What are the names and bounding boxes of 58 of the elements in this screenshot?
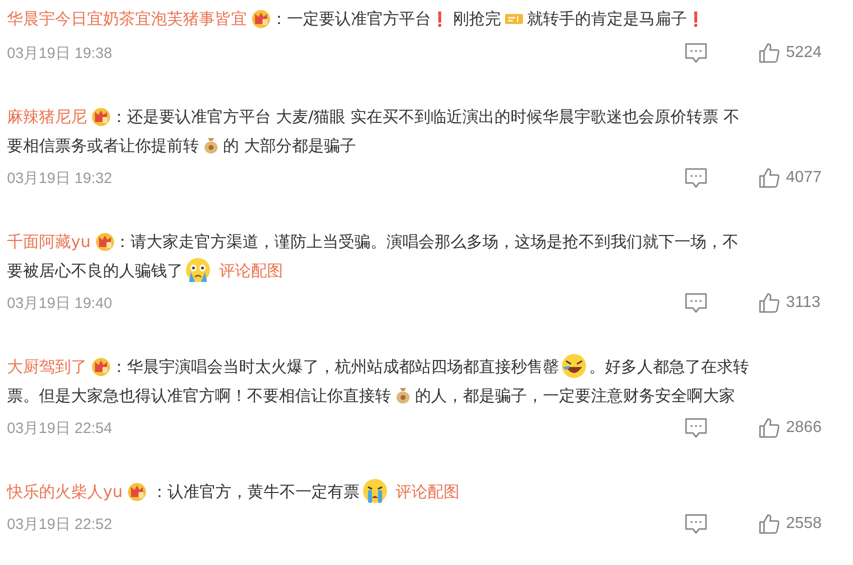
comment-icon[interactable] <box>684 417 708 439</box>
crown-badge-icon <box>91 356 111 376</box>
crown-badge-icon <box>251 8 271 28</box>
crown-badge-icon <box>91 106 111 126</box>
colon-separator: ： <box>114 232 131 251</box>
thumbs-up-icon[interactable] <box>758 292 780 314</box>
exclamation-mark: ❗ <box>687 12 704 28</box>
username-link[interactable]: 麻辣猪尼尼 <box>7 107 87 126</box>
comment-date: 03月19日 19:40 <box>7 294 112 312</box>
thumbs-up-icon[interactable] <box>758 513 780 535</box>
laughing-face-icon <box>561 353 587 379</box>
comment-text: 还是要认准官方平台 大麦/猫眼 实在买不到临近演出的时候华晨宇歌迷也会原价转票 不 <box>127 107 740 126</box>
like-count: 2558 <box>786 515 823 533</box>
comment-text: 要被居心不良的人骗钱了 <box>7 261 183 280</box>
thumbs-up-icon[interactable] <box>758 42 780 64</box>
comment-text: 认准官方，黄牛不一定有票 <box>168 482 360 501</box>
crown-badge-icon <box>126 481 147 501</box>
username-link[interactable]: 大厨驾到了 <box>7 357 87 376</box>
comment-date: 03月19日 22:54 <box>7 418 112 438</box>
comment-text: 请大家走官方渠道，谨防上当受骗。演唱会那么多场，这场是抢不到我们就下一场，不 <box>130 232 739 251</box>
comment-text: 票。但是大家急也得认准官方啊！不要相信让你直接转 <box>7 386 391 405</box>
image-link[interactable]: 评论配图 <box>396 482 460 501</box>
like-count: 3113 <box>786 294 822 312</box>
comment-icon[interactable] <box>684 513 708 535</box>
like-count: 4077 <box>786 169 823 187</box>
crown-badge-icon <box>94 231 115 251</box>
comment-text: 刚抢完 <box>452 9 502 28</box>
comment-icon[interactable] <box>684 42 708 64</box>
like-count: 2866 <box>786 419 823 437</box>
colon-separator: ： <box>150 482 168 501</box>
like-count: 5224 <box>786 44 823 62</box>
comment-text: 。好多人都急了在求转 <box>589 357 749 376</box>
crying-face-icon <box>185 257 211 283</box>
colon-separator: ： <box>111 357 127 376</box>
sobbing-face-icon <box>362 478 388 504</box>
exclamation-mark: ❗ <box>431 12 448 28</box>
comment-text: 要相信票务或者让你提前转 <box>7 136 199 155</box>
thumbs-up-icon[interactable] <box>758 167 780 189</box>
comment-date: 03月19日 19:38 <box>7 44 112 62</box>
money-bag-icon <box>203 136 219 154</box>
thumbs-up-icon[interactable] <box>758 417 780 439</box>
image-link[interactable]: 评论配图 <box>219 261 283 280</box>
comment-text: 一定要认准官方平台 <box>287 9 431 28</box>
username-link[interactable]: 千面阿藏yu <box>7 232 91 251</box>
username-link[interactable]: 华晨宇今日宜奶茶宜泡芙猪事皆宜 <box>7 9 247 28</box>
comment-text: 的人，都是骗子，一定要注意财务安全啊大家 <box>415 386 735 405</box>
ticket-icon <box>505 13 524 25</box>
comment-icon[interactable] <box>684 292 708 314</box>
comment-date: 03月19日 19:32 <box>7 168 112 188</box>
comment-icon[interactable] <box>684 167 708 189</box>
username-link[interactable]: 快乐的火柴人yu <box>7 482 123 501</box>
comment-text: 就转手的肯定是马扁子 <box>527 9 688 28</box>
comment-text: 的 大部分都是骗子 <box>223 136 356 155</box>
colon-separator: ： <box>271 9 287 28</box>
comment-date: 03月19日 22:52 <box>7 514 112 534</box>
colon-separator: ： <box>111 107 127 126</box>
comment-text: 华晨宇演唱会当时太火爆了，杭州站成都站四场都直接秒售罄 <box>127 357 559 376</box>
money-bag-icon <box>395 386 411 404</box>
